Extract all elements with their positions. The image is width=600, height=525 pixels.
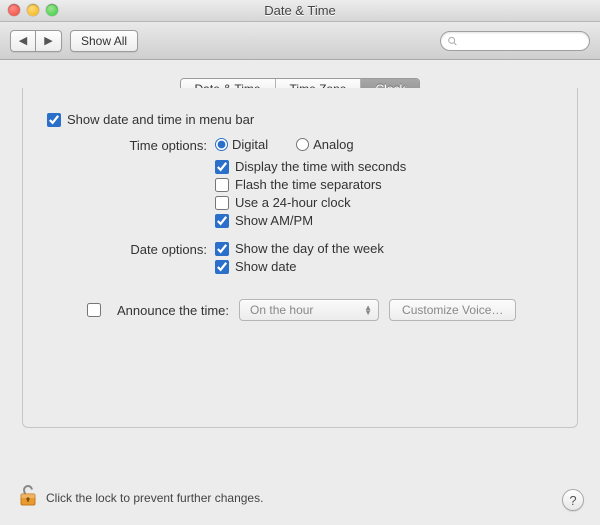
search-input[interactable] bbox=[462, 33, 583, 49]
show-day-of-week-label: Show the day of the week bbox=[235, 241, 384, 256]
lock-icon[interactable] bbox=[18, 484, 38, 511]
time-style-analog[interactable]: Analog bbox=[296, 137, 353, 152]
show-ampm-label: Show AM/PM bbox=[235, 213, 313, 228]
show-in-menu-bar-checkbox[interactable] bbox=[47, 113, 61, 127]
show-date-checkbox[interactable] bbox=[215, 260, 229, 274]
help-button[interactable]: ? bbox=[562, 489, 584, 511]
flash-separators-label: Flash the time separators bbox=[235, 177, 382, 192]
customize-voice-button[interactable]: Customize Voice… bbox=[389, 299, 516, 321]
lock-footer: Click the lock to prevent further change… bbox=[18, 484, 263, 511]
date-options-label: Date options: bbox=[47, 241, 215, 277]
use-24h-checkbox[interactable] bbox=[215, 196, 229, 210]
analog-radio[interactable] bbox=[296, 138, 309, 151]
announce-interval-value: On the hour bbox=[250, 303, 313, 317]
lock-text: Click the lock to prevent further change… bbox=[46, 491, 263, 505]
search-field[interactable] bbox=[440, 31, 590, 51]
show-all-label: Show All bbox=[81, 34, 127, 48]
announce-interval-select[interactable]: On the hour ▲▼ bbox=[239, 299, 379, 321]
use-24h-label: Use a 24-hour clock bbox=[235, 195, 351, 210]
search-icon bbox=[447, 35, 458, 47]
digital-radio[interactable] bbox=[215, 138, 228, 151]
announce-time-checkbox[interactable] bbox=[87, 303, 101, 317]
show-day-of-week-checkbox[interactable] bbox=[215, 242, 229, 256]
updown-icon: ▲▼ bbox=[364, 305, 372, 315]
show-ampm-checkbox[interactable] bbox=[215, 214, 229, 228]
time-options-label: Time options: bbox=[47, 137, 215, 231]
minimize-icon[interactable] bbox=[27, 4, 39, 16]
display-seconds-label: Display the time with seconds bbox=[235, 159, 406, 174]
show-in-menu-bar-label: Show date and time in menu bar bbox=[67, 112, 254, 127]
help-icon: ? bbox=[569, 493, 576, 508]
titlebar: Date & Time bbox=[0, 0, 600, 22]
clock-settings-group: Show date and time in menu bar Time opti… bbox=[22, 88, 578, 428]
traffic-lights bbox=[8, 4, 58, 16]
window-title: Date & Time bbox=[264, 3, 336, 18]
close-icon[interactable] bbox=[8, 4, 20, 16]
show-date-label: Show date bbox=[235, 259, 296, 274]
customize-voice-label: Customize Voice… bbox=[402, 303, 503, 317]
chevron-left-icon: ◀ bbox=[19, 34, 27, 47]
toolbar: ◀ ▶ Show All bbox=[0, 22, 600, 60]
zoom-icon[interactable] bbox=[46, 4, 58, 16]
chevron-right-icon: ▶ bbox=[44, 34, 52, 47]
nav-buttons: ◀ ▶ bbox=[10, 30, 62, 52]
show-all-button[interactable]: Show All bbox=[70, 30, 138, 52]
announce-time-label: Announce the time: bbox=[117, 303, 229, 318]
display-seconds-checkbox[interactable] bbox=[215, 160, 229, 174]
time-style-digital[interactable]: Digital bbox=[215, 137, 268, 152]
forward-button[interactable]: ▶ bbox=[36, 30, 62, 52]
content-pane: Date & Time Time Zone Clock Show date an… bbox=[0, 60, 600, 525]
back-button[interactable]: ◀ bbox=[10, 30, 36, 52]
flash-separators-checkbox[interactable] bbox=[215, 178, 229, 192]
